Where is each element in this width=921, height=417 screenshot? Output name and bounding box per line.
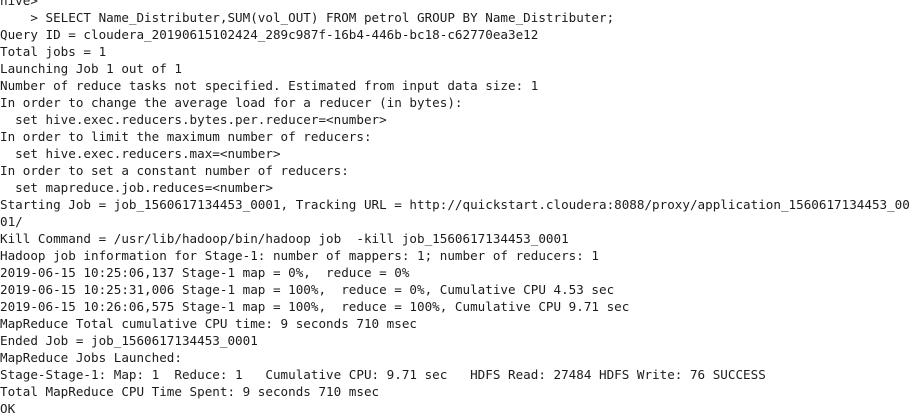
total-jobs-line: Total jobs = 1	[0, 44, 107, 59]
constant-reducers-hint-line: In order to set a constant number of red…	[0, 163, 349, 178]
progress-line: 2019-06-15 10:25:31,006 Stage-1 map = 10…	[0, 282, 615, 297]
query-id-line: Query ID = cloudera_20190615102424_289c9…	[0, 27, 539, 42]
starting-job-line: Starting Job = job_1560617134453_0001, T…	[0, 197, 910, 212]
launching-job-line: Launching Job 1 out of 1	[0, 61, 182, 76]
progress-line: 2019-06-15 10:25:06,137 Stage-1 map = 0%…	[0, 265, 410, 280]
terminal-output[interactable]: hive> > SELECT Name_Distributer,SUM(vol_…	[0, 0, 921, 417]
cumulative-cpu-time-line: MapReduce Total cumulative CPU time: 9 s…	[0, 316, 418, 331]
terminal-lines: hive> > SELECT Name_Distributer,SUM(vol_…	[0, 0, 910, 417]
bytes-per-reducer-setting-line: set hive.exec.reducers.bytes.per.reducer…	[0, 112, 387, 127]
hadoop-job-info-line: Hadoop job information for Stage-1: numb…	[0, 248, 599, 263]
ok-status-line: OK	[0, 401, 16, 416]
average-load-hint-line: In order to change the average load for …	[0, 95, 463, 110]
job-reduces-setting-line: set mapreduce.job.reduces=<number>	[0, 180, 273, 195]
prompt-line: hive>	[0, 0, 38, 8]
progress-line: 2019-06-15 10:26:06,575 Stage-1 map = 10…	[0, 299, 630, 314]
reduce-tasks-line: Number of reduce tasks not specified. Es…	[0, 78, 539, 93]
total-cpu-time-line: Total MapReduce CPU Time Spent: 9 second…	[0, 384, 380, 399]
reducers-max-setting-line: set hive.exec.reducers.max=<number>	[0, 146, 281, 161]
jobs-launched-line: MapReduce Jobs Launched:	[0, 350, 182, 365]
stage-summary-line: Stage-Stage-1: Map: 1 Reduce: 1 Cumulati…	[0, 367, 766, 382]
kill-command-line: Kill Command = /usr/lib/hadoop/bin/hadoo…	[0, 231, 569, 246]
query-command-line: > SELECT Name_Distributer,SUM(vol_OUT) F…	[0, 10, 615, 25]
ended-job-line: Ended Job = job_1560617134453_0001	[0, 333, 258, 348]
limit-reducers-hint-line: In order to limit the maximum number of …	[0, 129, 372, 144]
tracking-url-continuation-line: 01/	[0, 214, 23, 229]
